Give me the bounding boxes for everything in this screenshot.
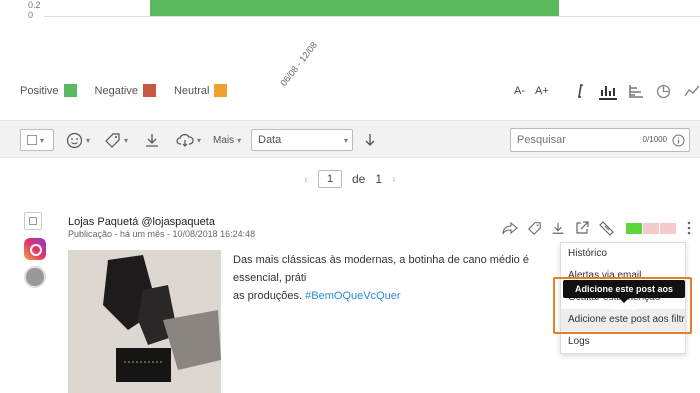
info-icon[interactable] xyxy=(672,134,685,147)
checkbox-icon xyxy=(29,217,37,225)
info-italic-icon[interactable] xyxy=(571,82,589,100)
legend-label: Negative xyxy=(94,84,138,97)
more-dropdown[interactable]: Mais ▾ xyxy=(213,129,241,151)
cloud-dropdown[interactable]: ▾ xyxy=(176,129,201,151)
menu-item-history[interactable]: Histórico xyxy=(561,243,685,265)
ticket-icon[interactable] xyxy=(598,220,614,236)
legend-swatch xyxy=(142,84,156,97)
y-tick-label: 0 xyxy=(28,10,34,20)
post-text: Das mais clássicas às modernas, a botinh… xyxy=(233,251,573,305)
chevron-down-icon: ▾ xyxy=(343,135,348,145)
pagination-of-label: de xyxy=(352,172,366,186)
legend-item-negative[interactable]: Negative xyxy=(95,84,156,97)
external-link-icon[interactable] xyxy=(574,220,590,236)
chevron-down-icon: ▾ xyxy=(86,135,91,145)
tooltip: Adicione este post aos filtros xyxy=(563,280,685,312)
post-author[interactable]: Lojas Paquetá @lojaspaqueta xyxy=(68,216,215,228)
sort-select-value: Data xyxy=(258,134,282,146)
more-label: Mais xyxy=(213,134,235,146)
sort-select[interactable]: Data ▾ xyxy=(251,129,353,151)
page-number-input[interactable]: 1 xyxy=(318,170,342,188)
post-meta: Publicação - há um mês - 10/08/2018 16:2… xyxy=(68,229,256,239)
chevron-down-icon: ▾ xyxy=(237,135,242,145)
post-text-line: Das mais clássicas às modernas, a botinh… xyxy=(233,254,529,284)
cloud-icon xyxy=(176,134,194,147)
sentiment-neutral-chip[interactable] xyxy=(660,222,676,234)
sentiment-dropdown[interactable]: ▾ xyxy=(66,129,90,151)
hashtag-link[interactable]: #BemOQueVcQuer xyxy=(305,290,400,302)
pagination: ‹ 1 de 1 › xyxy=(304,170,396,188)
search-input[interactable] xyxy=(511,129,631,151)
select-all-dropdown[interactable]: ▾ xyxy=(20,129,54,151)
sort-direction-button[interactable] xyxy=(364,129,376,151)
sentiment-positive-chip[interactable] xyxy=(626,222,642,234)
share-icon[interactable] xyxy=(502,220,518,236)
chart-view-tools: A- A+ xyxy=(514,82,700,100)
line-chart-icon[interactable] xyxy=(683,82,700,100)
pie-chart-icon[interactable] xyxy=(655,82,673,100)
more-vertical-icon[interactable] xyxy=(684,220,694,236)
legend-item-positive[interactable]: Positive xyxy=(20,84,77,97)
tag-icon xyxy=(105,132,120,148)
post-text-line: as produções. #BemOQueVcQuer xyxy=(233,287,573,305)
legend-label: Neutral xyxy=(173,84,210,97)
horizontal-bar-icon[interactable] xyxy=(627,82,645,100)
x-axis xyxy=(44,16,700,17)
chevron-down-icon: ▾ xyxy=(124,135,129,145)
legend-swatch xyxy=(214,84,228,97)
total-pages: 1 xyxy=(375,172,383,186)
menu-item-logs[interactable]: Logs xyxy=(561,331,685,353)
legend-swatch xyxy=(63,84,77,97)
sentiment-negative-chip[interactable] xyxy=(643,222,659,234)
prev-page-icon[interactable]: ‹ xyxy=(304,172,308,186)
post-checkbox[interactable] xyxy=(24,212,42,230)
checkbox-icon xyxy=(27,135,37,145)
arrow-down-icon xyxy=(365,134,375,146)
download-button[interactable] xyxy=(144,129,160,151)
x-tick-label: 06/08 - 12/08 xyxy=(278,40,319,88)
avatar[interactable] xyxy=(24,266,46,288)
chart-bar[interactable] xyxy=(150,0,559,16)
legend-label: Positive xyxy=(20,84,59,97)
chevron-down-icon: ▾ xyxy=(197,135,202,145)
download-icon[interactable] xyxy=(550,220,566,236)
font-decrease-button[interactable]: A- xyxy=(514,85,525,97)
bar-chart-icon[interactable] xyxy=(598,82,617,100)
search-char-count: 0/1000 xyxy=(642,135,667,144)
download-icon xyxy=(146,134,158,147)
tag-icon[interactable] xyxy=(526,220,542,236)
filter-toolbar: ▾ ▾ ▾ ▾ Mais ▾ Data ▾ 0/1000 xyxy=(0,120,700,158)
post-actions xyxy=(502,220,694,236)
sentiment-selector[interactable] xyxy=(626,222,676,234)
post-image[interactable] xyxy=(68,250,221,393)
legend-item-neutral[interactable]: Neutral xyxy=(173,84,228,97)
search-box: 0/1000 xyxy=(510,128,690,152)
post-text-span: as produções. xyxy=(233,290,303,302)
next-page-icon[interactable]: › xyxy=(392,172,396,186)
font-increase-button[interactable]: A+ xyxy=(535,85,549,97)
instagram-icon xyxy=(24,238,46,260)
smiley-icon xyxy=(66,132,83,148)
tag-dropdown[interactable]: ▾ xyxy=(104,129,128,151)
chevron-down-icon: ▾ xyxy=(40,135,45,145)
chart-legend: Positive Negative Neutral xyxy=(20,84,228,97)
y-tick-label: 0.2 xyxy=(28,0,41,10)
